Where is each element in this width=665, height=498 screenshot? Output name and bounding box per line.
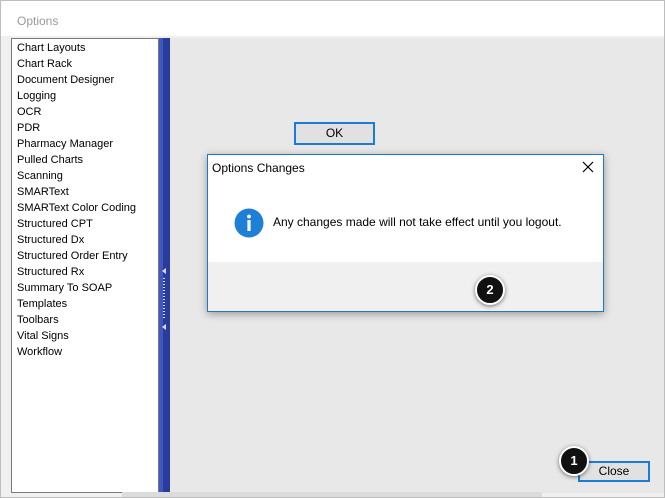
list-item-summary-to-soap[interactable]: Summary To SOAP	[12, 280, 158, 296]
list-item-pdr[interactable]: PDR	[12, 120, 158, 136]
list-item-document-designer[interactable]: Document Designer	[12, 72, 158, 88]
callout-badge-2: 2	[475, 275, 505, 305]
ok-button[interactable]: OK	[294, 122, 375, 145]
window-title: Options	[17, 14, 59, 28]
list-item-toolbars[interactable]: Toolbars	[12, 312, 158, 328]
list-item-smartext[interactable]: SMARText	[12, 184, 158, 200]
bottom-strip	[122, 492, 542, 497]
list-item-structured-dx[interactable]: Structured Dx	[12, 232, 158, 248]
list-item-logging[interactable]: Logging	[12, 88, 158, 104]
list-item-templates[interactable]: Templates	[12, 296, 158, 312]
close-button[interactable]: Close	[578, 461, 650, 482]
splitter-edge	[159, 38, 163, 493]
panel-splitter[interactable]	[159, 38, 170, 493]
list-item-structured-order-entry[interactable]: Structured Order Entry	[12, 248, 158, 264]
callout-badge-1: 1	[559, 446, 589, 476]
dialog-footer	[208, 262, 603, 311]
dialog-message: Any changes made will not take effect un…	[273, 215, 562, 229]
list-item-structured-cpt[interactable]: Structured CPT	[12, 216, 158, 232]
collapse-left-arrow-icon-lower[interactable]	[162, 324, 166, 330]
list-item-pharmacy-manager[interactable]: Pharmacy Manager	[12, 136, 158, 152]
list-item-ocr[interactable]: OCR	[12, 104, 158, 120]
dialog-title: Options Changes	[212, 161, 305, 175]
options-category-list[interactable]: Chart Layouts Chart Rack Document Design…	[11, 38, 159, 493]
info-icon	[234, 208, 264, 238]
list-item-workflow[interactable]: Workflow	[12, 344, 158, 360]
list-item-pulled-charts[interactable]: Pulled Charts	[12, 152, 158, 168]
title-bar: Options	[1, 1, 664, 36]
options-changes-dialog: Options Changes Any changes made will no…	[207, 154, 604, 312]
list-item-smartext-color-coding[interactable]: SMARText Color Coding	[12, 200, 158, 216]
list-item-chart-layouts[interactable]: Chart Layouts	[12, 40, 158, 56]
list-item-scanning[interactable]: Scanning	[12, 168, 158, 184]
collapse-left-arrow-icon[interactable]	[162, 268, 166, 274]
close-icon[interactable]	[579, 158, 597, 176]
list-item-chart-rack[interactable]: Chart Rack	[12, 56, 158, 72]
grip-dots-icon	[163, 278, 165, 320]
splitter-grip[interactable]	[162, 268, 166, 332]
list-item-vital-signs[interactable]: Vital Signs	[12, 328, 158, 344]
list-item-structured-rx[interactable]: Structured Rx	[12, 264, 158, 280]
